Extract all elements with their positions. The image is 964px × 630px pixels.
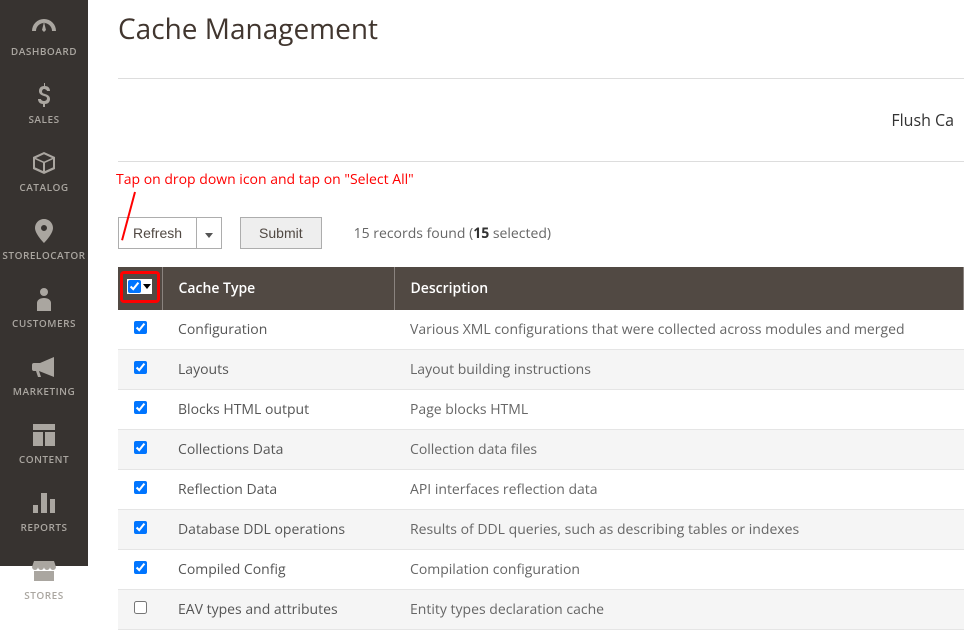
sidebar-item-dashboard[interactable]: DASHBOARD	[0, 0, 88, 68]
row-cache-type: EAV types and attributes	[162, 590, 394, 630]
row-description: Entity types declaration cache	[394, 590, 964, 630]
chevron-down-icon	[143, 284, 151, 289]
top-buttons-bar: Flush Ca	[118, 78, 964, 162]
row-cache-type: Layouts	[162, 350, 394, 390]
row-cache-type: Database DDL operations	[162, 510, 394, 550]
sidebar-item-catalog[interactable]: CATALOG	[0, 136, 88, 204]
caret-down-icon	[205, 233, 213, 238]
row-checkbox[interactable]	[134, 521, 147, 534]
sidebar-item-label: MARKETING	[13, 384, 75, 398]
row-description: Compilation configuration	[394, 550, 964, 590]
row-check-cell	[118, 550, 162, 590]
table-row[interactable]: EAV types and attributesEntity types dec…	[118, 590, 964, 630]
sidebar-item-sales[interactable]: SALES	[0, 68, 88, 136]
bars-icon	[33, 490, 55, 516]
submit-button[interactable]: Submit	[240, 217, 322, 249]
cube-icon	[32, 150, 56, 176]
flush-cache-button[interactable]: Flush Ca	[891, 109, 954, 131]
row-description: Various XML configurations that were col…	[394, 310, 964, 350]
row-checkbox[interactable]	[134, 401, 147, 414]
select-all-checkbox[interactable]	[128, 280, 141, 293]
row-checkbox[interactable]	[134, 441, 147, 454]
refresh-button[interactable]: Refresh	[118, 217, 197, 249]
row-cache-type: Blocks HTML output	[162, 390, 394, 430]
row-description: Layout building instructions	[394, 350, 964, 390]
sidebar: DASHBOARD SALES CATALOG STORELOCATOR CUS…	[0, 0, 88, 566]
row-cache-type: Collections Data	[162, 430, 394, 470]
table-row[interactable]: Database DDL operationsResults of DDL qu…	[118, 510, 964, 550]
table-row[interactable]: LayoutsLayout building instructions	[118, 350, 964, 390]
row-check-cell	[118, 590, 162, 630]
row-check-cell	[118, 390, 162, 430]
megaphone-icon	[32, 354, 56, 380]
row-cache-type: Reflection Data	[162, 470, 394, 510]
sidebar-item-label: CUSTOMERS	[12, 316, 76, 330]
table-row[interactable]: Compiled ConfigCompilation configuration	[118, 550, 964, 590]
row-check-cell	[118, 510, 162, 550]
records-found: 15 records found (15 selected)	[354, 224, 551, 243]
table-row[interactable]: Reflection DataAPI interfaces reflection…	[118, 470, 964, 510]
sidebar-item-reports[interactable]: REPORTS	[0, 476, 88, 544]
cache-grid: Cache Type Description ConfigurationVari…	[118, 267, 964, 630]
sidebar-item-storelocator[interactable]: STORELOCATOR	[0, 204, 88, 272]
sidebar-item-content[interactable]: CONTENT	[0, 408, 88, 476]
main-content: Cache Management Flush Ca Tap on drop do…	[88, 0, 964, 566]
table-row[interactable]: Blocks HTML outputPage blocks HTML	[118, 390, 964, 430]
row-description: Page blocks HTML	[394, 390, 964, 430]
row-cache-type: Configuration	[162, 310, 394, 350]
col-description[interactable]: Description	[394, 267, 964, 310]
mass-action-dropdown[interactable]	[197, 217, 222, 249]
pin-icon	[35, 218, 53, 244]
sidebar-item-label: SALES	[28, 112, 59, 126]
select-all-header	[118, 267, 162, 310]
row-checkbox[interactable]	[134, 561, 147, 574]
sidebar-item-stores[interactable]: STORES	[0, 544, 88, 612]
row-checkbox[interactable]	[134, 321, 147, 334]
gauge-icon	[30, 14, 58, 40]
annotation-callout: Tap on drop down icon and tap on "Select…	[116, 170, 964, 189]
col-cache-type[interactable]: Cache Type	[162, 267, 394, 310]
row-description: Collection data files	[394, 430, 964, 470]
page-title: Cache Management	[118, 10, 964, 48]
row-check-cell	[118, 350, 162, 390]
sidebar-item-label: CONTENT	[19, 452, 69, 466]
storefront-icon	[32, 558, 56, 584]
grid-toolbar: Refresh Submit 15 records found (15 sele…	[118, 217, 964, 249]
row-check-cell	[118, 310, 162, 350]
row-checkbox[interactable]	[134, 361, 147, 374]
select-all-control[interactable]	[127, 279, 152, 294]
row-check-cell	[118, 470, 162, 510]
row-checkbox[interactable]	[134, 481, 147, 494]
sidebar-item-marketing[interactable]: MARKETING	[0, 340, 88, 408]
sidebar-item-label: STORES	[24, 588, 63, 602]
row-description: Results of DDL queries, such as describi…	[394, 510, 964, 550]
layout-icon	[33, 422, 55, 448]
annotation-text: Tap on drop down icon and tap on "Select…	[116, 170, 414, 189]
table-row[interactable]: Collections DataCollection data files	[118, 430, 964, 470]
sidebar-item-label: STORELOCATOR	[2, 248, 85, 262]
mass-action-group: Refresh	[118, 217, 222, 249]
row-cache-type: Compiled Config	[162, 550, 394, 590]
row-description: API interfaces reflection data	[394, 470, 964, 510]
sidebar-item-label: CATALOG	[19, 180, 68, 194]
sidebar-item-label: REPORTS	[20, 520, 67, 534]
sidebar-item-customers[interactable]: CUSTOMERS	[0, 272, 88, 340]
row-checkbox[interactable]	[134, 601, 147, 614]
dollar-icon	[37, 82, 51, 108]
person-icon	[36, 286, 52, 312]
sidebar-item-label: DASHBOARD	[11, 44, 77, 58]
row-check-cell	[118, 430, 162, 470]
table-row[interactable]: ConfigurationVarious XML configurations …	[118, 310, 964, 350]
